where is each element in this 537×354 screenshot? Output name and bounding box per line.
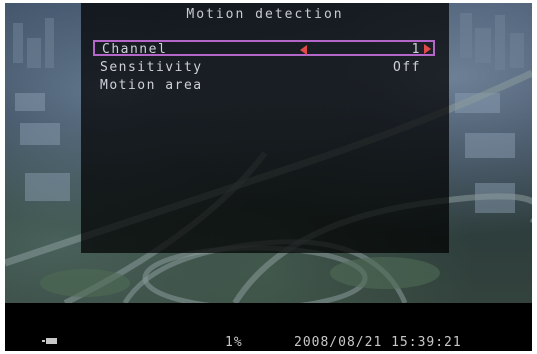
menu-item-label: Motion area	[100, 78, 203, 93]
storage-percent: 1%	[225, 335, 243, 350]
camera-screen: Motion detection Channel 1 Sensitivity O…	[5, 3, 532, 351]
menu-item-channel[interactable]: Channel 1	[93, 40, 435, 57]
status-bar: 1% 2008/08/21 15:39:21	[5, 303, 532, 351]
recording-icon	[42, 338, 57, 344]
menu-item-label: Channel	[102, 42, 168, 57]
menu-item-motion-area[interactable]: Motion area	[93, 78, 435, 94]
menu-item-sensitivity[interactable]: Sensitivity Off	[93, 60, 435, 76]
arrow-right-icon[interactable]	[424, 44, 431, 54]
osd-menu-panel: Motion detection Channel 1 Sensitivity O…	[81, 3, 449, 253]
timestamp: 2008/08/21 15:39:21	[294, 335, 462, 350]
menu-item-label: Sensitivity	[100, 60, 203, 75]
menu-item-value: Off	[393, 60, 421, 75]
menu-item-value: 1	[411, 42, 421, 57]
osd-menu-title: Motion detection	[186, 7, 344, 22]
arrow-left-icon[interactable]	[300, 45, 307, 55]
